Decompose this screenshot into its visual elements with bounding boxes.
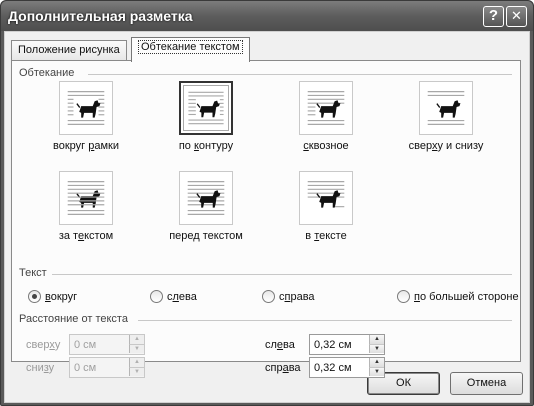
wrap-option-label: сквозное — [303, 140, 349, 152]
bottom-distance-label: снизу — [26, 362, 55, 374]
behind-text-icon[interactable] — [59, 171, 113, 225]
close-button[interactable]: ✕ — [506, 6, 527, 27]
left-distance-label: слева — [265, 339, 295, 351]
wrap-option[interactable]: вокруг рамки — [31, 81, 141, 152]
spin-up-icon[interactable]: ▲ — [369, 358, 384, 367]
radio-label: по большей стороне — [414, 290, 519, 303]
radio-largest-side[interactable]: по большей стороне — [397, 290, 519, 303]
square-wrap-icon[interactable] — [59, 81, 113, 135]
spinner-arrows[interactable]: ▲ ▼ — [369, 335, 384, 354]
help-button[interactable]: ? — [483, 6, 504, 27]
tight-wrap-icon[interactable] — [179, 81, 233, 135]
cancel-button[interactable]: Отмена — [450, 372, 523, 395]
left-distance-spinner[interactable]: ▲ ▼ — [309, 334, 385, 355]
wrap-option-label: сверху и снизу — [408, 140, 484, 152]
wrap-option-label: вокруг рамки — [53, 140, 119, 152]
distance-group-title: Расстояние от текста — [19, 313, 132, 325]
spin-up-icon[interactable]: ▲ — [129, 358, 144, 367]
radio-dot[interactable] — [150, 290, 163, 303]
radio-right[interactable]: справа — [262, 290, 315, 303]
wrapping-group-title: Обтекание — [19, 67, 79, 79]
right-distance-input[interactable] — [310, 358, 370, 377]
radio-dot[interactable] — [262, 290, 275, 303]
dialog-window: Дополнительная разметка ? ✕ Положение ри… — [0, 0, 534, 406]
wrap-option[interactable]: перед текстом — [151, 171, 261, 242]
group-divider — [52, 274, 512, 275]
top-bottom-wrap-icon[interactable] — [419, 81, 473, 135]
spin-up-icon[interactable]: ▲ — [369, 335, 384, 344]
wrap-option-label: за текстом — [58, 230, 114, 242]
dialog-body: Положение рисунка Обтекание текстом Обте… — [4, 31, 530, 403]
wrap-option[interactable]: за текстом — [31, 171, 141, 242]
tab-text-wrapping-label: Обтекание текстом — [138, 40, 243, 54]
radio-label: слева — [167, 290, 197, 303]
wrap-option[interactable]: по контуру — [151, 81, 261, 152]
radio-around[interactable]: вокруг — [28, 290, 77, 303]
radio-dot[interactable] — [397, 290, 410, 303]
radio-label: справа — [279, 290, 315, 303]
top-distance-input[interactable] — [70, 335, 130, 354]
text-group-title: Текст — [19, 267, 51, 279]
group-divider — [88, 74, 512, 75]
spinner-arrows[interactable]: ▲ ▼ — [369, 358, 384, 377]
right-distance-label: справа — [265, 362, 301, 374]
right-distance-spinner[interactable]: ▲ ▼ — [309, 357, 385, 378]
inline-text-icon[interactable] — [299, 171, 353, 225]
spin-down-icon[interactable]: ▼ — [369, 344, 384, 353]
spin-down-icon[interactable]: ▼ — [129, 367, 144, 376]
radio-left[interactable]: слева — [150, 290, 197, 303]
in-front-text-icon[interactable] — [179, 171, 233, 225]
bottom-distance-spinner[interactable]: ▲ ▼ — [69, 357, 145, 378]
spinner-arrows[interactable]: ▲ ▼ — [129, 358, 144, 377]
wrap-option-label: в тексте — [305, 230, 347, 242]
top-distance-spinner[interactable]: ▲ ▼ — [69, 334, 145, 355]
radio-dot[interactable] — [28, 290, 41, 303]
top-distance-label: сверху — [26, 339, 61, 351]
bottom-distance-input[interactable] — [70, 358, 130, 377]
spinner-arrows[interactable]: ▲ ▼ — [129, 335, 144, 354]
left-distance-input[interactable] — [310, 335, 370, 354]
tab-panel: Обтекание вокруг рамки по контуру сквозное… — [11, 60, 521, 378]
through-wrap-icon[interactable] — [299, 81, 353, 135]
spin-down-icon[interactable]: ▼ — [369, 367, 384, 376]
wrap-option-label: по контуру — [178, 140, 234, 152]
wrap-option[interactable]: сверху и снизу — [391, 81, 501, 152]
wrap-option-label: перед текстом — [169, 230, 243, 242]
tab-picture-position[interactable]: Положение рисунка — [11, 40, 127, 61]
dialog-title: Дополнительная разметка — [8, 8, 193, 24]
wrap-option[interactable]: в тексте — [271, 171, 381, 242]
wrap-option[interactable]: сквозное — [271, 81, 381, 152]
title-bar[interactable]: Дополнительная разметка ? ✕ — [1, 1, 533, 31]
radio-label: вокруг — [45, 290, 78, 303]
group-divider — [138, 320, 512, 321]
spin-up-icon[interactable]: ▲ — [129, 335, 144, 344]
spin-down-icon[interactable]: ▼ — [129, 344, 144, 353]
tab-text-wrapping[interactable]: Обтекание текстом — [131, 37, 250, 62]
